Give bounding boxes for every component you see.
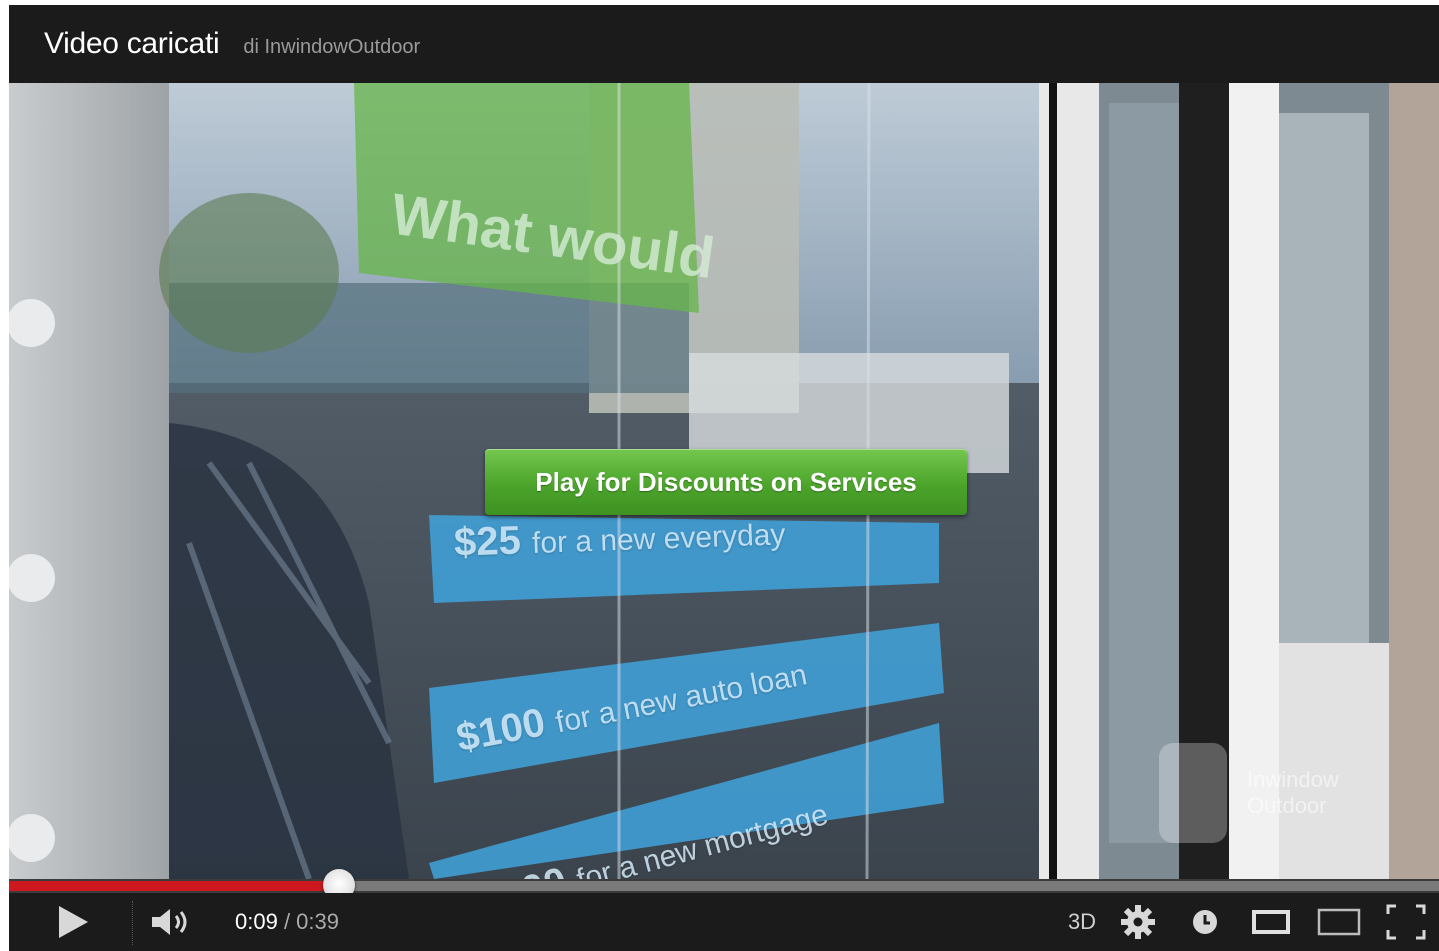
watch-later-button[interactable] [1185, 893, 1225, 951]
control-bar: 0:09 / 0:39 3D [9, 893, 1439, 951]
play-for-discounts-button[interactable]: Play for Discounts on Services [485, 449, 967, 515]
watermark-logo-icon [1159, 743, 1227, 843]
offer-25-text: for a new everyday [531, 518, 786, 561]
video-frame[interactable]: What would $25 for a new everyday $100 f… [9, 83, 1439, 879]
offer-25-amount: $25 [453, 518, 522, 565]
clock-icon [1193, 910, 1217, 934]
small-player-button[interactable] [1249, 893, 1293, 951]
video-player: Video caricati di InwindowOutdoor What w… [9, 5, 1439, 951]
settings-button[interactable] [1117, 893, 1159, 951]
watermark-line-1: Inwindow [1247, 767, 1339, 792]
progress-played [9, 881, 339, 891]
volume-button[interactable] [147, 893, 197, 951]
time-display: 0:09 / 0:39 [235, 909, 339, 935]
video-title[interactable]: Video caricati [44, 27, 220, 61]
3d-button[interactable]: 3D [1059, 893, 1105, 951]
watermark-line-2: Outdoor [1247, 793, 1327, 818]
channel-watermark[interactable]: Inwindow Outdoor [1159, 743, 1339, 843]
watermark-text: Inwindow Outdoor [1247, 767, 1339, 819]
channel-byline[interactable]: di InwindowOutdoor [243, 36, 420, 59]
play-icon [59, 906, 88, 938]
large-player-icon [1317, 908, 1361, 936]
duration: 0:39 [296, 909, 339, 934]
play-button[interactable] [45, 893, 101, 951]
progress-bar[interactable] [9, 869, 1439, 901]
title-bar: Video caricati di InwindowOutdoor [9, 5, 1439, 83]
volume-icon [152, 909, 187, 935]
fullscreen-icon [1386, 904, 1426, 940]
fullscreen-button[interactable] [1381, 893, 1431, 951]
control-separator [132, 901, 134, 945]
large-player-button[interactable] [1314, 893, 1364, 951]
gear-icon [1121, 905, 1155, 939]
current-time: 0:09 [235, 909, 278, 934]
time-separator: / [277, 909, 297, 934]
small-player-icon [1252, 910, 1290, 934]
